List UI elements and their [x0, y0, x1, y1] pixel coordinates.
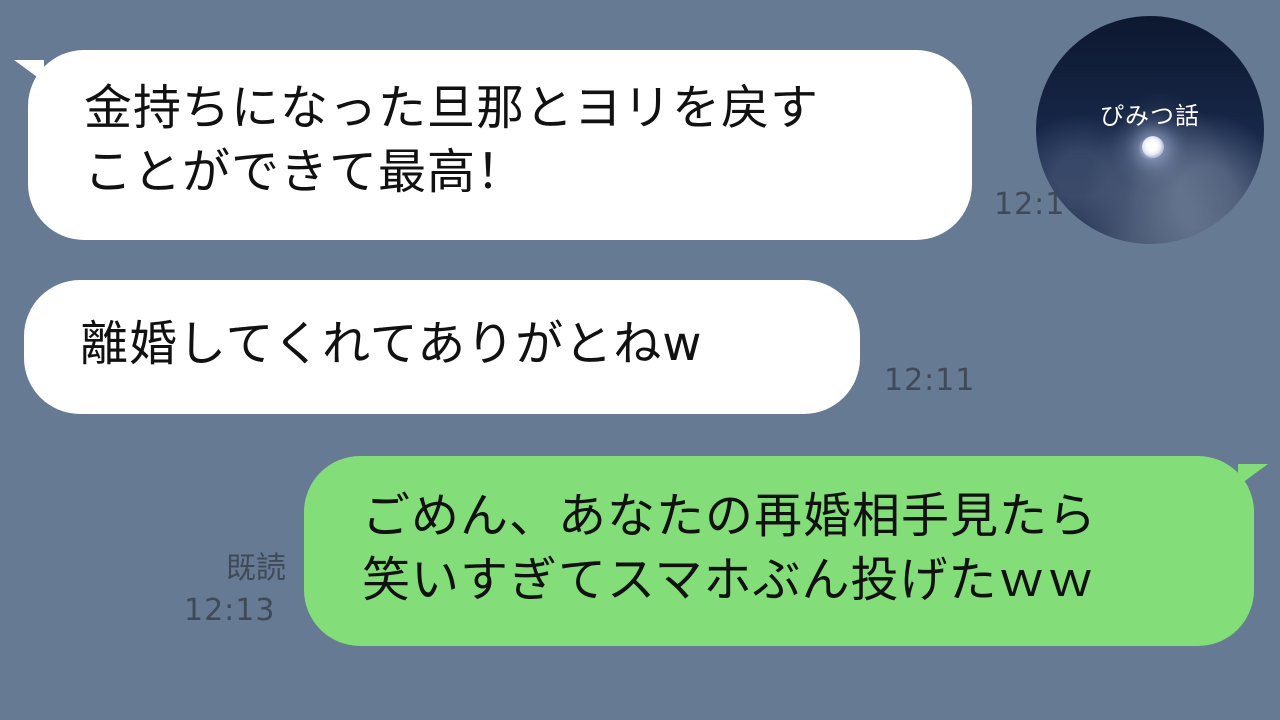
message-line: 笑いすぎてスマホぶん投げたｗｗ — [362, 552, 1096, 608]
message-line: ごめん、あなたの再婚相手見たら — [362, 488, 1098, 544]
incoming-message-bubble[interactable]: 金持ちになった旦那とヨリを戻す ことができて最高！ — [28, 50, 972, 240]
message-line: 金持ちになった旦那とヨリを戻す — [84, 80, 820, 136]
avatar-label: ぴみつ話 — [1100, 102, 1200, 130]
message-line: 離婚してくれてありがとねw — [80, 316, 703, 372]
message-line: ことができて最高！ — [84, 144, 526, 200]
message-timestamp: 12:11 — [884, 363, 976, 398]
moon-icon — [1142, 136, 1164, 158]
outgoing-message-bubble[interactable]: ごめん、あなたの再婚相手見たら 笑いすぎてスマホぶん投げたｗｗ — [304, 456, 1254, 646]
chat-area: 金持ちになった旦那とヨリを戻す ことができて最高！ 12:1 離婚してくれてあり… — [0, 0, 1280, 720]
incoming-message-bubble[interactable]: 離婚してくれてありがとねw — [24, 280, 860, 414]
moon-night-sky-avatar-icon[interactable]: ぴみつ話 — [1036, 16, 1264, 244]
read-receipt: 既読 — [226, 551, 286, 586]
bubble-tail — [1238, 464, 1268, 486]
message-timestamp: 12:13 — [184, 593, 276, 628]
